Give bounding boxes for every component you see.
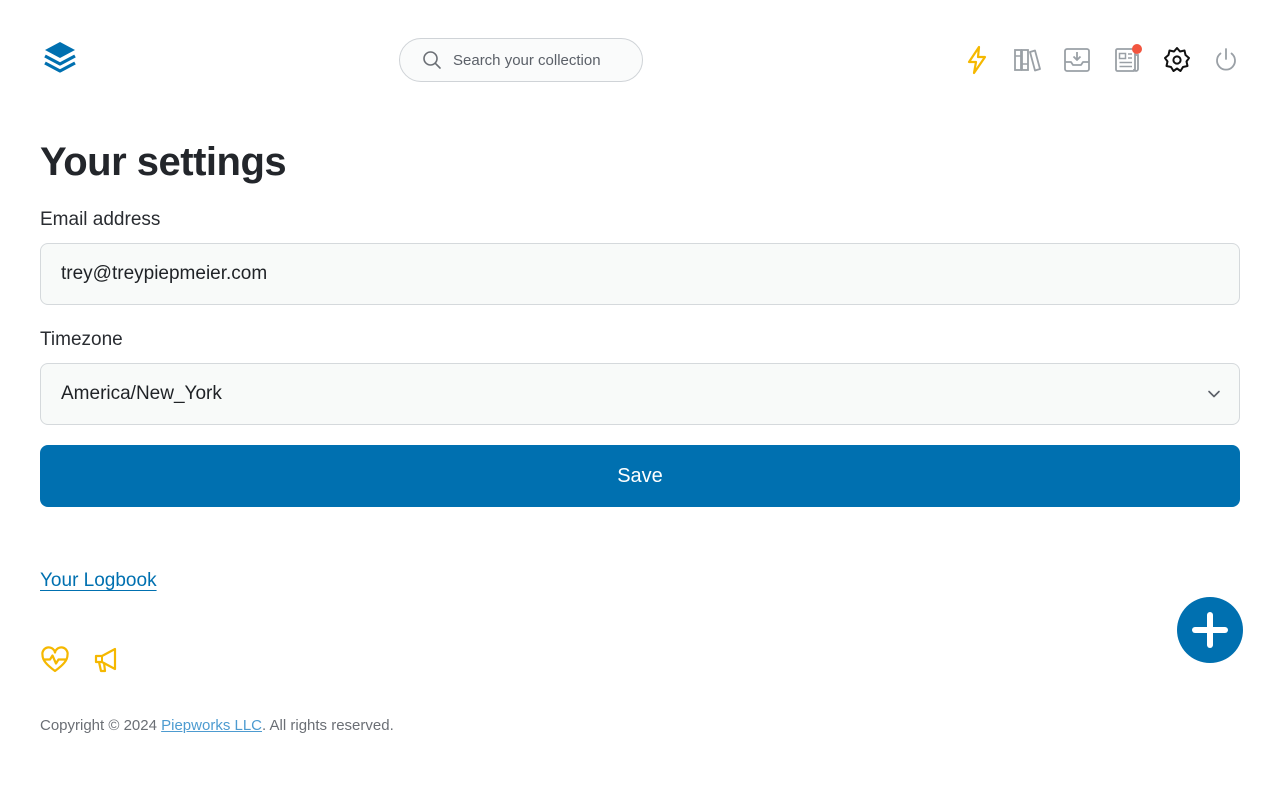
email-label: Email address [40, 209, 161, 230]
inbox-download-icon [1064, 48, 1090, 72]
stacked-layers-icon[interactable] [41, 40, 79, 80]
app-header [0, 0, 1280, 120]
company-link[interactable]: Piepworks LLC [161, 717, 262, 734]
logout-nav-button[interactable] [1209, 44, 1243, 76]
chevron-down-icon [1208, 390, 1220, 398]
timezone-label: Timezone [40, 329, 123, 350]
copyright-text: Copyright © 2024 Piepworks LLC. All righ… [40, 717, 394, 734]
megaphone-icon[interactable] [92, 645, 122, 675]
inbox-nav-button[interactable] [1060, 44, 1094, 76]
timezone-select[interactable]: America/New_York [40, 363, 1240, 425]
copyright-prefix: Copyright © 2024 [40, 717, 162, 734]
settings-nav-button[interactable] [1160, 44, 1194, 76]
power-icon [1216, 48, 1236, 71]
library-books-icon [1014, 49, 1041, 72]
email-field[interactable] [40, 243, 1240, 305]
search-input[interactable] [453, 51, 633, 69]
notification-badge [1132, 44, 1142, 54]
save-button[interactable]: Save [40, 445, 1240, 507]
logbook-link[interactable]: Your Logbook [40, 570, 157, 592]
copyright-suffix: . All rights reserved. [262, 717, 394, 734]
search-bar[interactable] [399, 38, 643, 82]
news-nav-button[interactable] [1110, 44, 1144, 76]
settings-gear-icon [1164, 47, 1190, 72]
library-nav-button[interactable] [1010, 44, 1044, 76]
plus-icon [1192, 612, 1228, 648]
lightning-icon [967, 45, 987, 75]
page-title: Your settings [40, 140, 287, 184]
add-button[interactable] [1177, 597, 1243, 663]
lightning-nav-button[interactable] [960, 44, 994, 76]
timezone-selected-value: America/New_York [61, 383, 222, 404]
search-icon [423, 51, 441, 69]
heart-pulse-icon[interactable] [40, 645, 70, 675]
